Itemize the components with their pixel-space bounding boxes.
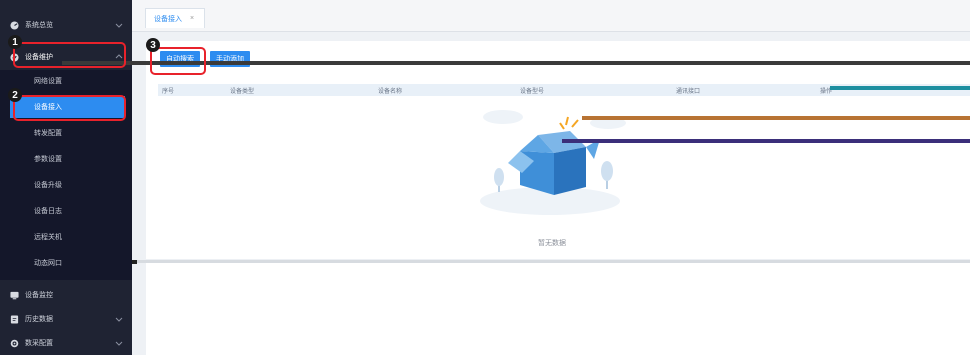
menu-device-monitor[interactable]: 设备监控 xyxy=(0,282,132,308)
annotation-line xyxy=(132,260,137,264)
document-icon xyxy=(10,314,19,324)
submenu-device-log[interactable]: 设备日志 xyxy=(0,200,132,222)
annotation-line xyxy=(562,139,970,143)
empty-box-illustration xyxy=(480,110,626,215)
submenu-parameter-settings[interactable]: 参数设置 xyxy=(0,148,132,170)
submenu-network-settings[interactable]: 网络设置 xyxy=(0,70,132,92)
menu-label: 系统总览 xyxy=(25,22,53,29)
annotation-highlight xyxy=(150,47,206,75)
empty-state-text: 暂无数据 xyxy=(538,240,566,247)
chevron-down-icon xyxy=(115,315,123,323)
menu-system-overview[interactable]: 系统总览 xyxy=(0,12,132,38)
annotation-line xyxy=(830,86,970,90)
menu-history-data[interactable]: 历史数据 xyxy=(0,306,132,332)
annotation-highlight xyxy=(13,42,126,68)
submenu-device-upgrade[interactable]: 设备升级 xyxy=(0,174,132,196)
gear-icon xyxy=(10,339,19,348)
submenu-remote-shutdown[interactable]: 远程关机 xyxy=(0,226,132,248)
annotation-badge: 2 xyxy=(8,88,22,102)
column-header: 设备型号 xyxy=(520,89,545,95)
close-icon[interactable]: × xyxy=(190,15,194,22)
menu-label: 历史数据 xyxy=(25,316,53,323)
tab-label: 设备接入 xyxy=(154,15,182,23)
column-header: 通讯接口 xyxy=(676,89,701,95)
menu-label: 设备监控 xyxy=(25,292,53,299)
annotation-badge: 1 xyxy=(8,35,22,49)
tab-bar: 设备接入 × xyxy=(132,0,970,32)
column-header: 设备类型 xyxy=(230,89,255,95)
menu-label: 数采配置 xyxy=(25,340,53,347)
dashboard-icon xyxy=(10,20,19,30)
menu-collection-config[interactable]: 数采配置 xyxy=(0,330,132,355)
column-header: 序号 xyxy=(162,89,175,95)
annotation-line xyxy=(582,116,970,120)
monitor-icon xyxy=(10,291,19,300)
annotation-line xyxy=(132,260,970,263)
tab-device-access[interactable]: 设备接入 × xyxy=(145,8,205,28)
column-header: 设备名称 xyxy=(378,89,403,95)
submenu-dynamic-port[interactable]: 动态网口 xyxy=(0,252,132,274)
annotation-badge: 3 xyxy=(146,38,160,52)
submenu-forward-config[interactable]: 转发配置 xyxy=(0,122,132,144)
annotation-highlight xyxy=(13,95,126,121)
chevron-down-icon xyxy=(115,339,123,347)
chevron-down-icon xyxy=(115,21,123,29)
